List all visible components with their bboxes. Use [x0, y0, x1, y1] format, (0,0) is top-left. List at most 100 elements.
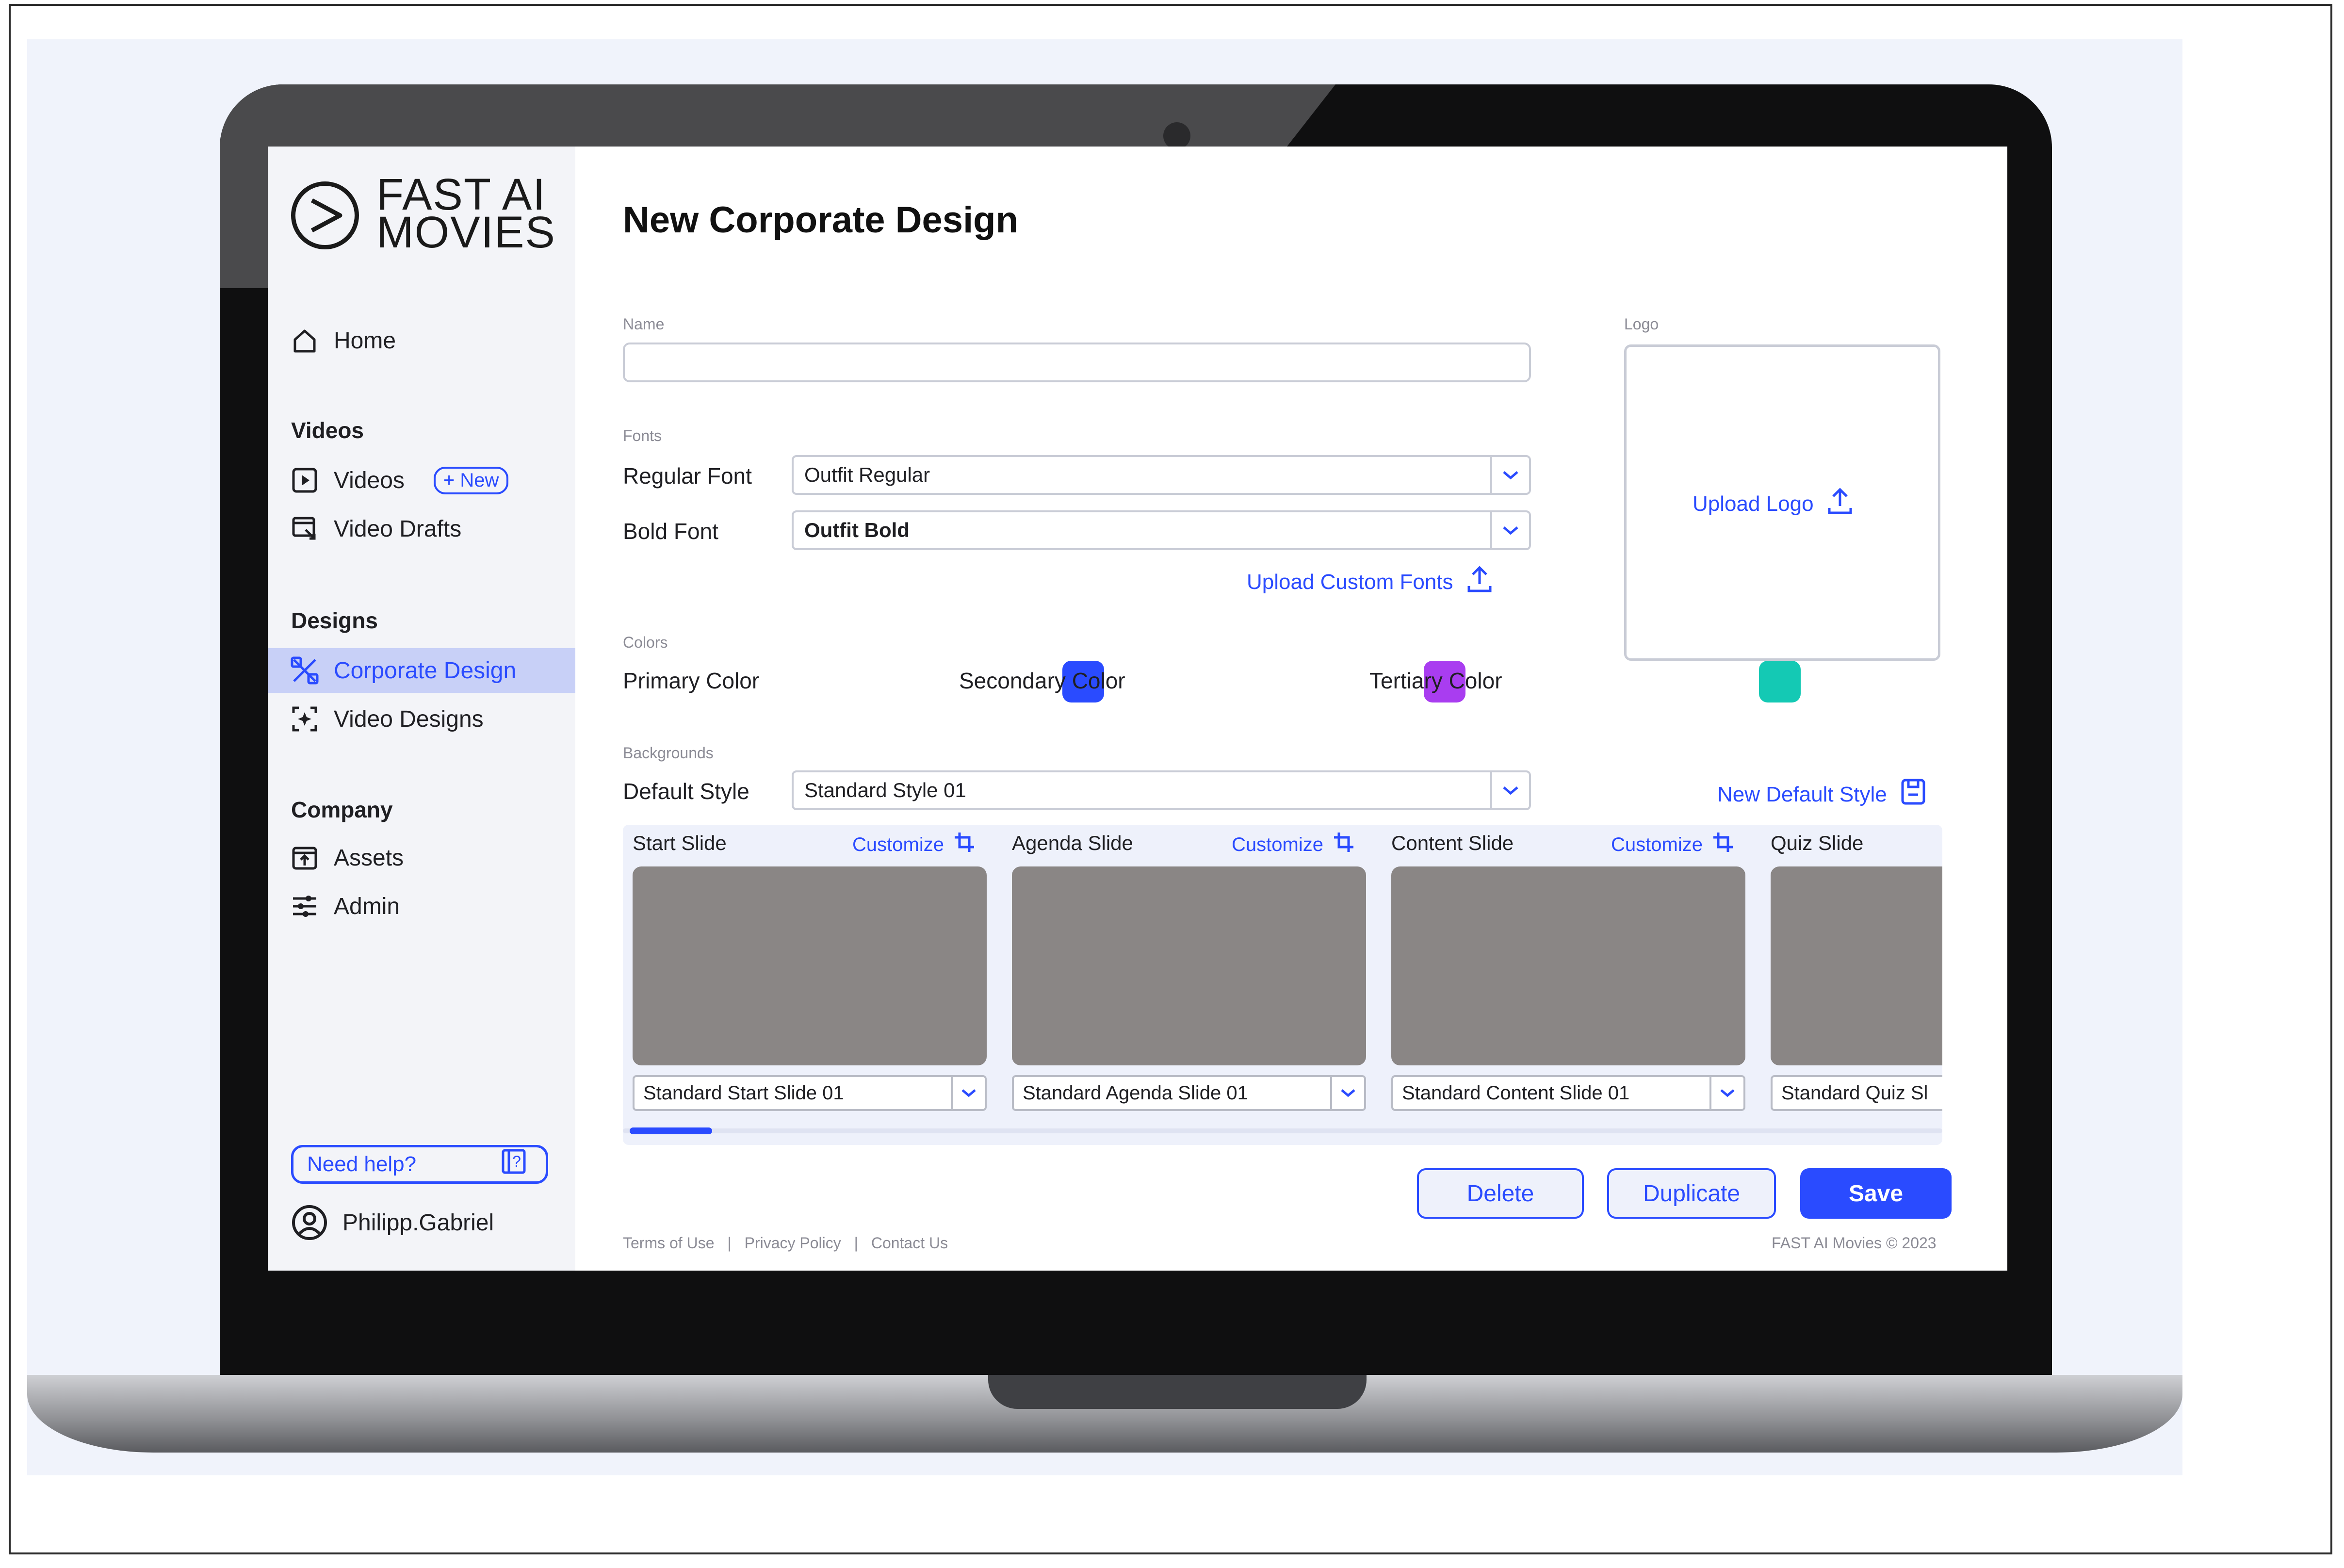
design-tools-icon: [289, 656, 320, 685]
slide-style-value: Standard Agenda Slide 01: [1023, 1082, 1248, 1104]
logo-dropzone[interactable]: Upload Logo: [1624, 344, 1940, 661]
customize-label: Customize: [1611, 833, 1703, 855]
upload-icon: [1467, 565, 1492, 599]
slide-card-content: Content Slide Customize Standard Content…: [1384, 825, 1745, 1126]
new-default-style-button[interactable]: New Default Style: [1717, 778, 1926, 811]
slide-thumbnail[interactable]: [1012, 866, 1366, 1065]
section-heading-videos: Videos: [291, 418, 364, 443]
sidebar-item-videos[interactable]: Videos + New: [268, 458, 575, 503]
sidebar-item-label: Videos: [334, 467, 405, 493]
slide-style-select[interactable]: Standard Start Slide 01: [633, 1075, 987, 1111]
home-icon: [289, 327, 320, 354]
fonts-section-label: Fonts: [623, 427, 662, 444]
default-style-value: Standard Style 01: [804, 779, 966, 801]
chevron-down-icon[interactable]: [1490, 772, 1529, 808]
new-default-style-label: New Default Style: [1717, 782, 1887, 806]
laptop-camera: [1163, 122, 1190, 149]
carousel-scroll-thumb[interactable]: [630, 1127, 712, 1134]
sidebar-item-admin[interactable]: Admin: [268, 884, 575, 929]
chevron-down-icon[interactable]: [1330, 1077, 1364, 1109]
drafts-icon: [289, 515, 320, 542]
copyright-text: FAST AI Movies © 2023: [1772, 1234, 1937, 1252]
name-field-label: Name: [623, 315, 665, 333]
chevron-down-icon[interactable]: [1490, 512, 1529, 548]
section-heading-designs: Designs: [291, 608, 378, 633]
slide-name: Content Slide: [1391, 832, 1514, 854]
slide-name: Agenda Slide: [1012, 832, 1133, 854]
laptop-notch: [988, 1375, 1367, 1409]
crop-icon: [954, 832, 975, 858]
slides-carousel[interactable]: Start Slide Customize Standard Start Sli…: [623, 825, 1942, 1145]
slide-style-select[interactable]: Standard Agenda Slide 01: [1012, 1075, 1366, 1111]
sidebar-item-label: Corporate Design: [334, 657, 517, 684]
upload-logo-button[interactable]: Upload Logo: [1693, 487, 1853, 521]
bold-font-select[interactable]: Outfit Bold: [792, 510, 1531, 550]
user-avatar-icon: [291, 1204, 328, 1241]
footer-separator: |: [854, 1234, 858, 1252]
slide-thumbnail[interactable]: [633, 866, 987, 1065]
tertiary-color-label: Tertiary Color: [1369, 668, 1502, 693]
sidebar-item-corporate-design[interactable]: Corporate Design: [268, 648, 575, 693]
contact-link[interactable]: Contact Us: [871, 1234, 948, 1252]
customize-button[interactable]: Customize: [1232, 832, 1354, 858]
duplicate-button[interactable]: Duplicate: [1607, 1168, 1776, 1219]
sliders-icon: [289, 893, 320, 920]
default-style-select[interactable]: Standard Style 01: [792, 770, 1531, 810]
logo-wordmark: FAST AI MOVIES: [376, 172, 556, 257]
page-title: New Corporate Design: [623, 199, 1019, 241]
chevron-down-icon[interactable]: [1490, 457, 1529, 493]
default-style-label: Default Style: [623, 779, 749, 804]
regular-font-label: Regular Font: [623, 463, 752, 489]
section-heading-company: Company: [291, 797, 393, 822]
user-name: Philipp.Gabriel: [342, 1209, 494, 1236]
slide-thumbnail[interactable]: [1391, 866, 1745, 1065]
sidebar-item-video-drafts[interactable]: Video Drafts: [268, 506, 575, 551]
sparkle-frame-icon: [289, 705, 320, 733]
terms-link[interactable]: Terms of Use: [623, 1234, 714, 1252]
chevron-down-icon[interactable]: [951, 1077, 985, 1109]
bold-font-label: Bold Font: [623, 519, 718, 544]
customize-button[interactable]: Customize: [852, 832, 975, 858]
help-book-icon: ?: [501, 1148, 532, 1181]
slide-style-value: Standard Quiz Sl: [1781, 1082, 1928, 1104]
crop-icon: [1712, 832, 1734, 858]
chevron-down-icon[interactable]: [1709, 1077, 1743, 1109]
customize-button[interactable]: Customize: [1611, 832, 1734, 858]
primary-color-label: Primary Color: [623, 668, 760, 693]
sidebar-item-label: Admin: [334, 893, 400, 919]
sidebar-item-label: Home: [334, 327, 396, 354]
sidebar-item-video-designs[interactable]: Video Designs: [268, 697, 575, 741]
slide-name: Start Slide: [633, 832, 727, 854]
logo-line-2: MOVIES: [376, 208, 556, 257]
name-input[interactable]: [623, 343, 1531, 382]
slide-style-select[interactable]: Standard Content Slide 01: [1391, 1075, 1745, 1111]
bold-font-value: Outfit Bold: [804, 519, 910, 541]
save-button[interactable]: Save: [1800, 1168, 1952, 1219]
upload-custom-fonts-button[interactable]: Upload Custom Fonts: [1247, 565, 1492, 599]
save-style-icon: [1901, 778, 1926, 811]
new-video-button[interactable]: + New: [433, 466, 509, 494]
sidebar-item-assets[interactable]: Assets: [268, 835, 575, 880]
tertiary-color-swatch[interactable]: [1759, 661, 1801, 702]
slide-card-start: Start Slide Customize Standard Start Sli…: [626, 825, 987, 1126]
backgrounds-section-label: Backgrounds: [623, 744, 714, 762]
sidebar-item-home[interactable]: Home: [268, 318, 575, 363]
upload-logo-label: Upload Logo: [1693, 491, 1814, 516]
delete-button[interactable]: Delete: [1417, 1168, 1584, 1219]
footer-links: Terms of Use | Privacy Policy | Contact …: [623, 1234, 948, 1252]
carousel-scroll-track[interactable]: [623, 1128, 1942, 1133]
slide-thumbnail[interactable]: [1771, 866, 1942, 1065]
app-logo[interactable]: FAST AI MOVIES: [291, 171, 556, 257]
privacy-link[interactable]: Privacy Policy: [745, 1234, 841, 1252]
logo-field-label: Logo: [1624, 315, 1659, 333]
play-icon: [289, 467, 320, 494]
slide-card-agenda: Agenda Slide Customize Standard Agenda S…: [1005, 825, 1366, 1126]
regular-font-select[interactable]: Outfit Regular: [792, 455, 1531, 495]
secondary-color-label: Secondary Color: [959, 668, 1125, 693]
sidebar-item-label: Video Designs: [334, 706, 484, 732]
user-profile[interactable]: Philipp.Gabriel: [291, 1204, 494, 1241]
slide-style-select[interactable]: Standard Quiz Sl: [1771, 1075, 1942, 1111]
upload-icon: [1827, 487, 1853, 521]
need-help-button[interactable]: Need help? ?: [291, 1145, 548, 1184]
regular-font-value: Outfit Regular: [804, 463, 930, 486]
